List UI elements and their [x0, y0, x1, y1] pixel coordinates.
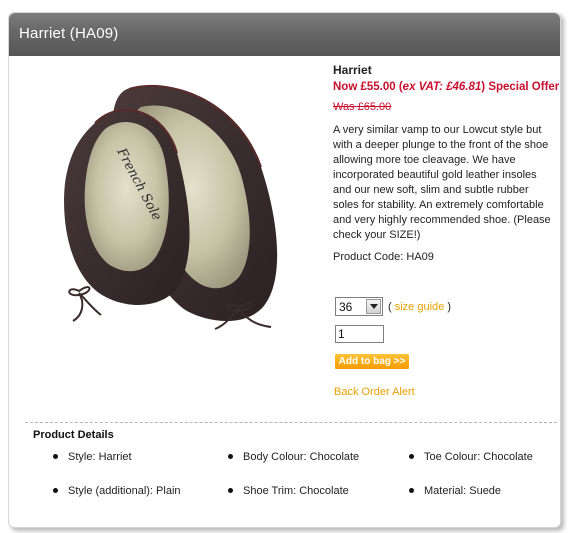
detail-item: Body Colour: Chocolate — [228, 451, 359, 463]
add-to-bag-button[interactable]: Add to bag >> — [335, 354, 409, 369]
shoe-left: French Sole — [64, 108, 190, 305]
page-title: Harriet (HA09) — [19, 25, 119, 42]
size-guide-link[interactable]: size guide — [395, 301, 445, 313]
detail-style-additional: Style (additional): Plain — [68, 485, 181, 497]
detail-item: Shoe Trim: Chocolate — [228, 485, 349, 497]
bullet-icon — [53, 453, 58, 459]
size-guide-open-paren: ( — [388, 300, 395, 313]
detail-style: Style: Harriet — [68, 451, 132, 463]
price-now-suffix: ) Special Offer — [481, 81, 560, 93]
product-description: A very similar vamp to our Lowcut style … — [333, 124, 551, 241]
price-now-prefix: Now £55.00 ( — [333, 81, 403, 93]
product-panel: Harriet (HA09) French Sole Harriet Now £… — [8, 12, 561, 528]
product-code: Product Code: HA09 — [333, 251, 434, 263]
detail-material: Material: Suede — [424, 485, 502, 497]
detail-item: Style: Harriet — [53, 451, 132, 463]
detail-shoe-trim: Shoe Trim: Chocolate — [243, 485, 349, 497]
detail-item: Toe Colour: Chocolate — [409, 451, 533, 463]
product-details-title: Product Details — [33, 429, 114, 441]
back-order-alert-link[interactable]: Back Order Alert — [334, 386, 415, 398]
price-was: Was £65.00 — [333, 101, 392, 113]
price-ex-vat: ex VAT: £46.81 — [402, 81, 482, 93]
size-select[interactable]: 36 — [335, 297, 383, 316]
size-guide-wrap: ( size guide ) — [388, 301, 451, 313]
detail-item: Material: Suede — [409, 485, 501, 497]
detail-item: Style (additional): Plain — [53, 485, 181, 497]
bullet-icon — [409, 487, 414, 493]
size-row: 36 ( size guide ) — [335, 297, 451, 316]
bullet-icon — [228, 453, 233, 459]
size-value: 36 — [339, 299, 353, 314]
price-now: Now £55.00 (ex VAT: £46.81) Special Offe… — [333, 81, 559, 93]
bullet-icon — [409, 453, 414, 459]
detail-body-colour: Body Colour: Chocolate — [243, 451, 360, 463]
chevron-down-icon[interactable] — [366, 299, 381, 314]
quantity-input[interactable]: 1 — [335, 325, 384, 343]
bullet-icon — [228, 487, 233, 493]
product-name: Harriet — [333, 63, 372, 77]
size-guide-close-paren: ) — [444, 300, 452, 313]
divider — [25, 422, 557, 423]
product-image[interactable]: French Sole — [49, 71, 309, 336]
detail-toe-colour: Toe Colour: Chocolate — [424, 451, 533, 463]
title-bar: Harriet (HA09) — [9, 13, 560, 56]
bullet-icon — [53, 487, 58, 493]
